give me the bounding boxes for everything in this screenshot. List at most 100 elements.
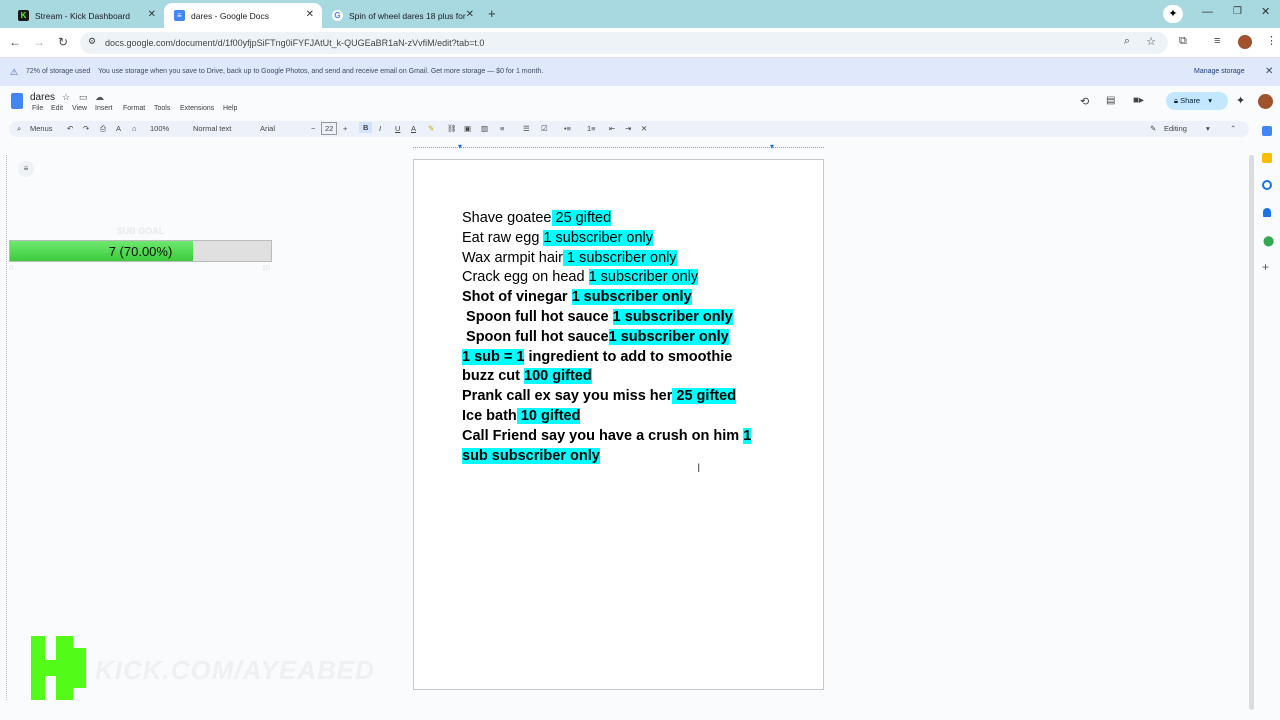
image-icon[interactable]: ▨ (481, 124, 488, 133)
url-field[interactable]: ⚙ docs.google.com/document/d/1f00yfjpSiF… (80, 32, 1168, 54)
menu-edit[interactable]: Edit (51, 105, 63, 112)
font-size-field[interactable]: 22 (321, 122, 338, 135)
meet-icon[interactable]: ■▸ (1133, 95, 1144, 106)
indent-marker[interactable]: ▾ (458, 142, 462, 151)
contacts-icon[interactable] (1263, 208, 1271, 217)
bold-button[interactable]: B (359, 122, 373, 133)
underline-button[interactable]: U (395, 124, 400, 133)
kick-favicon-icon: K (18, 10, 29, 21)
star-icon[interactable]: ☆ (62, 92, 70, 103)
gemini-icon[interactable]: ✦ (1236, 94, 1245, 107)
docs-logo-icon[interactable] (11, 93, 23, 109)
tab-spin-wheel[interactable]: G Spin of wheel dares 18 plus for ✕ (322, 3, 482, 28)
kick-logo (31, 636, 86, 700)
collapse-icon[interactable]: ⌃ (1230, 124, 1236, 133)
spellcheck-icon[interactable]: A (116, 124, 121, 133)
increase-font-icon[interactable]: + (343, 124, 347, 133)
close-icon[interactable]: ✕ (148, 9, 156, 20)
text-cursor-icon: I (697, 461, 701, 475)
add-addon-icon[interactable]: + (1262, 260, 1269, 274)
checklist-icon[interactable]: ☑ (541, 124, 548, 133)
reload-icon[interactable]: ↻ (55, 35, 71, 49)
text-color-icon[interactable]: A (411, 124, 416, 133)
doc-title[interactable]: dares (30, 92, 55, 103)
font-select[interactable]: Arial (260, 124, 275, 133)
tasks-icon[interactable] (1262, 180, 1272, 190)
editing-mode-select[interactable]: Editing (1164, 124, 1187, 133)
menu-file[interactable]: File (32, 105, 43, 112)
forward-arrow-icon[interactable]: → (31, 35, 47, 49)
increase-indent-icon[interactable]: ⇥ (625, 124, 631, 133)
align-icon[interactable]: ≡ (500, 124, 504, 133)
tab-title: Stream - Kick Dashboard (35, 10, 130, 21)
line-text: Shot of vinegar (462, 289, 572, 306)
bookmark-star-icon[interactable]: ☆ (1146, 35, 1156, 48)
new-tab-button[interactable]: + (488, 6, 496, 21)
decrease-font-icon[interactable]: − (311, 124, 315, 133)
menu-view[interactable]: View (72, 105, 87, 112)
clear-formatting-icon[interactable]: ✕ (641, 124, 647, 133)
side-panel: ⬤ + (1257, 120, 1280, 720)
zoom-select[interactable]: 100% (150, 124, 169, 133)
link-icon[interactable]: ⛓ (447, 124, 457, 133)
menu-extensions[interactable]: Extensions (180, 105, 214, 112)
paint-format-icon[interactable]: ⌂ (132, 124, 137, 133)
document-page[interactable]: Shave goatee 25 gifted Eat raw egg 1 subs… (413, 159, 824, 690)
decrease-indent-icon[interactable]: ⇤ (609, 124, 615, 133)
line-spacing-icon[interactable]: ☰ (523, 124, 530, 133)
account-avatar[interactable] (1258, 94, 1273, 109)
close-icon[interactable]: ✕ (466, 9, 474, 20)
document-line: 1 sub = 1 ingredient to add to smoothie (462, 348, 732, 366)
zoom-icon[interactable]: ⌕ (1124, 35, 1130, 48)
scrollbar[interactable] (1249, 155, 1254, 710)
comments-icon[interactable]: ▤ (1106, 95, 1115, 106)
menu-tools[interactable]: Tools (154, 105, 170, 112)
menu-insert[interactable]: Insert (95, 105, 113, 112)
kick-logo-cut (45, 676, 56, 700)
highlighted-text: 1 subscriber only (588, 269, 699, 286)
gemini-icon[interactable]: ✦ (1163, 5, 1183, 23)
line-text: Prank call ex say you miss her (462, 388, 673, 405)
menus-search[interactable]: Menus (30, 124, 53, 133)
window-close-icon[interactable]: ✕ (1261, 5, 1270, 18)
subgoal-min: 0 (9, 265, 13, 272)
document-line: Ice bath 10 gifted (462, 407, 581, 425)
bullet-list-icon[interactable]: •≡ (564, 124, 571, 133)
pencil-icon: ✎ (1150, 124, 1157, 133)
right-margin-marker[interactable]: ▾ (770, 142, 774, 151)
tab-search-icon[interactable]: ⧉ (1179, 35, 1187, 48)
outline-icon[interactable]: ≡ (18, 161, 34, 177)
banner-close-icon[interactable]: ✕ (1265, 66, 1273, 77)
comment-icon[interactable]: ▣ (464, 124, 471, 133)
tab-google-docs[interactable]: ≡ dares - Google Docs ✕ (164, 3, 322, 28)
style-select[interactable]: Normal text (193, 124, 231, 133)
highlighted-text: 1 subscriber only (571, 289, 692, 306)
redo-icon[interactable]: ↷ (83, 124, 89, 133)
version-history-icon[interactable]: ⟲ (1080, 95, 1089, 108)
menu-format[interactable]: Format (123, 105, 145, 112)
minimize-icon[interactable]: — (1202, 6, 1213, 18)
close-icon[interactable]: ✕ (306, 9, 314, 20)
undo-icon[interactable]: ↶ (67, 124, 73, 133)
back-arrow-icon[interactable]: ← (7, 35, 23, 49)
browser-menu-icon[interactable]: ⋮ (1266, 34, 1277, 47)
italic-button[interactable]: I (379, 124, 381, 133)
menu-help[interactable]: Help (223, 105, 237, 112)
numbered-list-icon[interactable]: 1≡ (587, 124, 596, 133)
highlight-color-icon[interactable]: ✎ (428, 124, 434, 133)
keep-icon[interactable] (1262, 153, 1272, 163)
profile-avatar[interactable] (1238, 35, 1252, 49)
share-button[interactable]: 🔒︎ Share ▾ (1166, 92, 1228, 110)
tab-kick-dashboard[interactable]: K Stream - Kick Dashboard ✕ (8, 3, 164, 28)
calendar-icon[interactable] (1262, 126, 1272, 136)
chevron-down-icon[interactable]: ▾ (1206, 124, 1210, 133)
document-line: Spoon full hot sauce1 subscriber only (462, 328, 729, 346)
manage-storage-link[interactable]: Manage storage (1194, 68, 1245, 75)
print-icon[interactable]: ⎙ (100, 124, 106, 134)
site-info-icon[interactable]: ⚙ (88, 36, 96, 47)
search-icon[interactable]: ⌕ (17, 124, 21, 134)
maximize-icon[interactable]: ❐ (1233, 6, 1242, 17)
media-icon[interactable]: ≡ (1214, 35, 1220, 47)
maps-icon[interactable]: ⬤ (1263, 236, 1274, 247)
move-folder-icon[interactable]: ▭ (79, 92, 88, 103)
